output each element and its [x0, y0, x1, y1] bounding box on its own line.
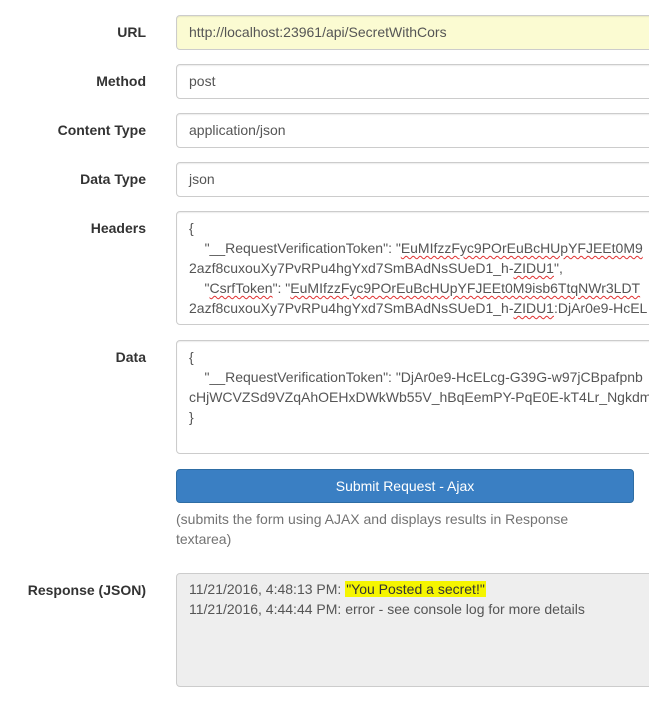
help-text: (submits the form using AJAX and display… — [176, 511, 569, 547]
content-type-input[interactable]: application/json — [176, 113, 649, 148]
data-line: cHjWCVZSd9VZqAhOEHxDWkWb55V_hBqEemPY-PqE… — [189, 389, 649, 405]
response-label: Response (JSON) — [27, 582, 146, 598]
data-type-input[interactable]: json — [176, 162, 649, 197]
url-label: URL — [117, 24, 146, 40]
headers-line: "CsrfToken": "EuMIfzzFyc9POrEuBcHUpYFJEE… — [189, 278, 649, 298]
response-textarea[interactable]: 11/21/2016, 4:48:13 PM: "You Posted a se… — [176, 573, 649, 687]
token-key: "__RequestVerificationToken" — [204, 240, 389, 256]
response-line: 11/21/2016, 4:48:13 PM: "You Posted a se… — [189, 579, 649, 599]
headers-line: 2azf8cuxouXy7PvRPu4hgYxd7SmBAdNsSUeD1_h-… — [189, 298, 649, 318]
url-input[interactable]: http://localhost:23961/api/SecretWithCor… — [176, 15, 649, 50]
content-type-label: Content Type — [57, 122, 146, 138]
data-textarea[interactable]: { "__RequestVerificationToken": "DjAr0e9… — [176, 340, 649, 454]
headers-line: "__RequestVerificationToken": "EuMIfzzFy… — [189, 238, 649, 258]
indent: " — [189, 280, 210, 296]
submit-request-button[interactable]: Submit Request - Ajax — [176, 469, 634, 503]
token-value: EuMIfzzFyc9POrEuBcHUpYFJEEt0M9isb6TtqNWr… — [290, 280, 641, 296]
data-label: Data — [115, 349, 146, 365]
token-value: EuMIfzzFyc9POrEuBcHUpYFJEEt0M9 — [400, 240, 643, 256]
token-value: 2azf8cuxouXy7PvRPu4hgYxd7SmBAdNsSUeD1_h- — [189, 260, 514, 276]
headers-textarea[interactable]: { "__RequestVerificationToken": "EuMIfzz… — [176, 211, 649, 325]
data-type-label: Data Type — [80, 171, 146, 187]
response-message: "You Posted a secret!" — [345, 581, 486, 597]
headers-line: 2azf8cuxouXy7PvRPu4hgYxd7SmBAdNsSUeD1_h-… — [189, 258, 649, 278]
token-value: ZIDU1 — [513, 260, 554, 276]
separator: ", — [553, 260, 563, 276]
token-value: 2azf8cuxouXy7PvRPu4hgYxd7SmBAdNsSUeD1_h- — [189, 300, 514, 316]
data-line: "__RequestVerificationToken": "DjAr0e9-H… — [189, 369, 643, 385]
separator: ": " — [272, 280, 291, 296]
token-value: :DjAr0e9-HcEL — [553, 300, 648, 316]
separator: : " — [388, 240, 401, 256]
method-input[interactable]: post — [176, 64, 649, 99]
response-line: 11/21/2016, 4:44:44 PM: error - see cons… — [189, 601, 585, 617]
data-line: { — [189, 349, 194, 365]
headers-line: { — [189, 220, 194, 236]
response-timestamp: 11/21/2016, 4:48:13 PM: — [189, 581, 346, 597]
token-key: CsrfToken — [209, 280, 273, 296]
token-value: ZIDU1 — [513, 300, 554, 316]
method-label: Method — [96, 73, 146, 89]
data-line: } — [189, 409, 194, 425]
headers-label: Headers — [90, 220, 146, 236]
